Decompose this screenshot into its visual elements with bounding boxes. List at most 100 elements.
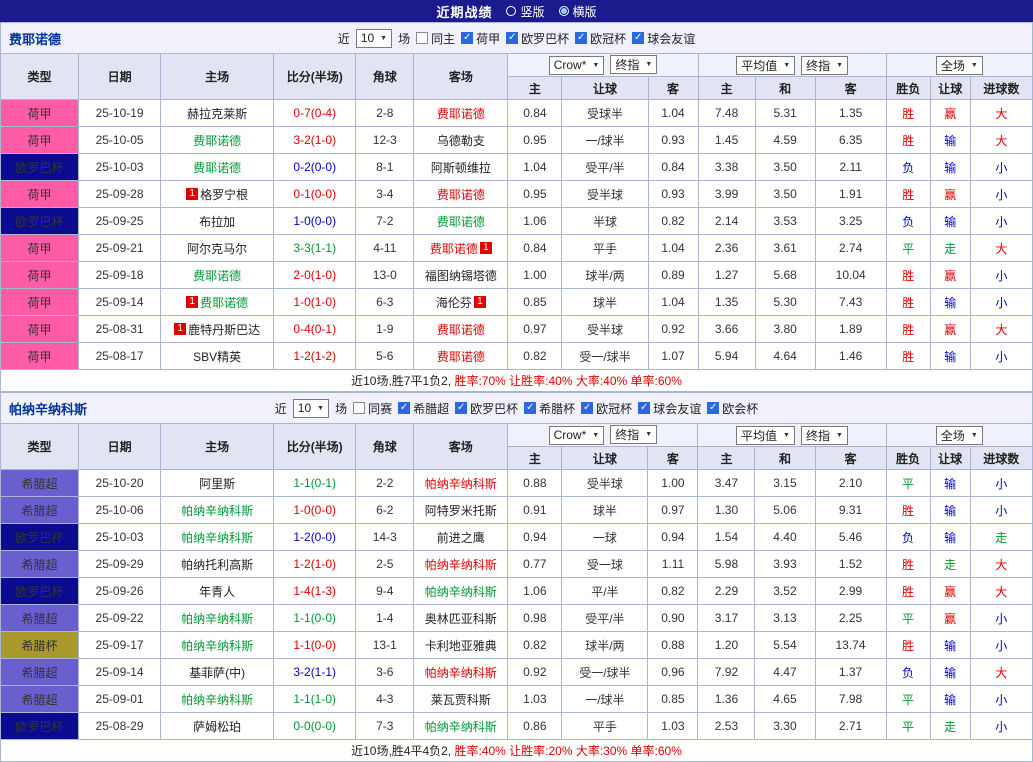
avg-away-odds: 2.11 <box>815 154 886 181</box>
avg-draw-odds: 5.68 <box>755 262 815 289</box>
home-team-link[interactable]: 帕纳辛纳科斯 <box>181 529 253 546</box>
away-team-link[interactable]: 阿特罗米托斯 <box>425 502 497 519</box>
away-team-link[interactable]: 莱瓦贾科斯 <box>431 691 491 708</box>
home-team-link[interactable]: SBV精英 <box>193 348 241 365</box>
avg-home-odds: 1.20 <box>698 632 755 659</box>
filter-checkbox[interactable]: 荷甲 <box>461 30 500 47</box>
result-goals: 大 <box>970 316 1032 343</box>
average-index-select[interactable]: 终指▼ <box>801 426 848 445</box>
recent-count-select[interactable]: 10▼ <box>356 29 392 48</box>
filter-checkbox[interactable]: 球会友谊 <box>632 30 695 47</box>
avg-draw-odds: 4.59 <box>755 127 815 154</box>
average-index-select[interactable]: 终指▼ <box>801 56 848 75</box>
home-team-link[interactable]: 帕纳辛纳科斯 <box>181 637 253 654</box>
away-team-link[interactable]: 乌德勒支 <box>437 132 485 149</box>
home-team-link[interactable]: 赫拉克莱斯 <box>187 105 247 122</box>
score-cell: 0-2(0-0) <box>274 154 356 181</box>
filter-checkbox[interactable]: 希腊超 <box>398 400 449 417</box>
away-team-link[interactable]: 费耶诺德 <box>437 105 485 122</box>
home-team-link[interactable]: 阿里斯 <box>199 475 235 492</box>
recent-count-select-value: 10 <box>361 31 374 45</box>
sections-container: 费耶诺德近10▼场同主荷甲欧罗巴杯欧冠杯球会友谊类型日期主场比分(半场)角球客场… <box>0 22 1033 762</box>
filter-checkbox[interactable]: 同主 <box>416 30 455 47</box>
recent-count-select[interactable]: 10▼ <box>293 399 329 418</box>
away-team-link[interactable]: 阿斯顿维拉 <box>431 159 491 176</box>
result-goals: 小 <box>970 343 1032 370</box>
corners-cell: 8-1 <box>356 154 414 181</box>
average-select[interactable]: 平均值▼ <box>736 426 795 445</box>
result-outcome: 平 <box>886 713 930 740</box>
home-team-link[interactable]: 年青人 <box>199 583 235 600</box>
bookmaker-select[interactable]: Crow*▼ <box>549 426 605 445</box>
away-team-link[interactable]: 费耶诺德 <box>437 321 485 338</box>
home-team-cell: 帕纳辛纳科斯 <box>161 524 274 551</box>
home-team-link[interactable]: 费耶诺德 <box>193 159 241 176</box>
home-team-cell: 帕纳辛纳科斯 <box>161 632 274 659</box>
filter-checkbox[interactable]: 同赛 <box>353 400 392 417</box>
checkbox-label: 球会友谊 <box>647 30 695 47</box>
home-team-link[interactable]: 帕纳辛纳科斯 <box>181 502 253 519</box>
initial-index-select[interactable]: 终指▼ <box>610 425 657 444</box>
initial-home-odds: 0.94 <box>508 524 562 551</box>
away-team-link[interactable]: 帕纳辛纳科斯 <box>425 556 497 573</box>
home-team-link[interactable]: 格罗宁根 <box>200 186 248 203</box>
bookmaker-select[interactable]: Crow*▼ <box>549 56 605 75</box>
away-team-link[interactable]: 前进之鹰 <box>437 529 485 546</box>
checkbox-icon <box>632 32 644 44</box>
avg-away-odds: 6.35 <box>815 127 886 154</box>
home-team-link[interactable]: 帕纳托利高斯 <box>181 556 253 573</box>
away-team-link[interactable]: 费耶诺德 <box>437 186 485 203</box>
column-header: 胜负 <box>886 77 930 100</box>
away-team-link[interactable]: 费耶诺德 <box>430 240 478 257</box>
handicap-line: 受半球 <box>562 316 648 343</box>
summary-stats: 胜率:70% 让胜率:40% 大率:40% 单率:60% <box>454 374 681 388</box>
date-cell: 25-09-26 <box>79 578 161 605</box>
home-team-link[interactable]: 费耶诺德 <box>200 294 248 311</box>
column-header: 类型 <box>1 424 79 470</box>
date-cell: 25-08-29 <box>79 713 161 740</box>
filter-checkbox[interactable]: 希腊杯 <box>524 400 575 417</box>
home-team-link[interactable]: 费耶诺德 <box>193 132 241 149</box>
home-team-link[interactable]: 阿尔克马尔 <box>187 240 247 257</box>
home-team-link[interactable]: 鹿特丹斯巴达 <box>188 321 260 338</box>
away-team-link[interactable]: 卡利地亚雅典 <box>425 637 497 654</box>
filter-checkbox[interactable]: 欧冠杯 <box>575 30 626 47</box>
result-outcome: 胜 <box>886 100 930 127</box>
away-team-link[interactable]: 费耶诺德 <box>437 213 485 230</box>
result-goals: 小 <box>970 605 1032 632</box>
radio-label: 竖版 <box>520 3 544 20</box>
initial-home-odds: 0.98 <box>508 605 562 632</box>
home-team-link[interactable]: 萨姆松珀 <box>193 718 241 735</box>
filter-checkbox[interactable]: 球会友谊 <box>638 400 701 417</box>
score-cell: 1-0(0-0) <box>274 208 356 235</box>
away-team-link[interactable]: 福图纳锡塔德 <box>425 267 497 284</box>
filter-checkbox[interactable]: 欧会杯 <box>707 400 758 417</box>
average-select[interactable]: 平均值▼ <box>736 56 795 75</box>
away-team-link[interactable]: 费耶诺德 <box>437 348 485 365</box>
home-team-link[interactable]: 费耶诺德 <box>193 267 241 284</box>
checkbox-icon <box>398 402 410 414</box>
filter-checkbox[interactable]: 欧冠杯 <box>581 400 632 417</box>
away-team-link[interactable]: 帕纳辛纳科斯 <box>425 664 497 681</box>
home-team-link[interactable]: 基菲萨(中) <box>189 664 245 681</box>
scope-select[interactable]: 全场▼ <box>936 56 983 75</box>
home-team-link[interactable]: 帕纳辛纳科斯 <box>181 610 253 627</box>
away-team-link[interactable]: 帕纳辛纳科斯 <box>425 718 497 735</box>
away-team-link[interactable]: 帕纳辛纳科斯 <box>425 475 497 492</box>
initial-index-select[interactable]: 终指▼ <box>610 55 657 74</box>
away-team-link[interactable]: 奥林匹亚科斯 <box>425 610 497 627</box>
result-outcome: 胜 <box>886 343 930 370</box>
home-team-link[interactable]: 布拉加 <box>199 213 235 230</box>
away-team-link[interactable]: 帕纳辛纳科斯 <box>425 583 497 600</box>
radio-vertical-layout[interactable]: 竖版 <box>506 3 544 20</box>
away-team-link[interactable]: 海伦芬 <box>436 294 472 311</box>
scope-select[interactable]: 全场▼ <box>936 426 983 445</box>
result-outcome: 平 <box>886 470 930 497</box>
radio-horizontal-layout[interactable]: 横版 <box>559 3 597 20</box>
filter-checkbox[interactable]: 欧罗巴杯 <box>455 400 518 417</box>
result-goals: 小 <box>970 686 1032 713</box>
filter-checkbox[interactable]: 欧罗巴杯 <box>506 30 569 47</box>
handicap-line: 球半/两 <box>562 632 648 659</box>
column-header: 进球数 <box>970 447 1032 470</box>
home-team-link[interactable]: 帕纳辛纳科斯 <box>181 691 253 708</box>
